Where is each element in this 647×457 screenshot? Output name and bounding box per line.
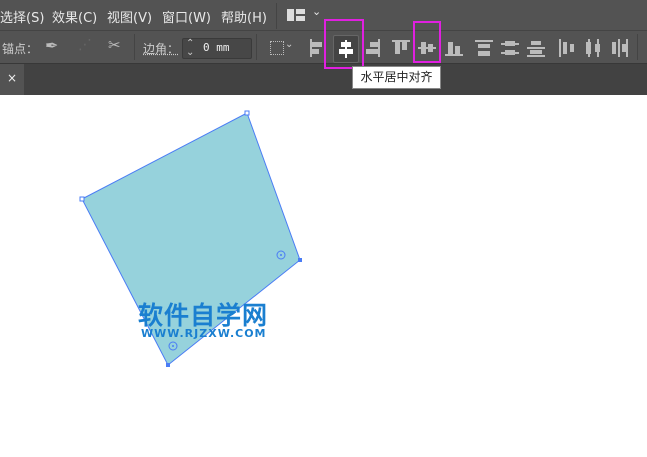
anchor-point[interactable] [298, 258, 302, 262]
menu-select[interactable]: 选择(S) [0, 7, 44, 26]
align-right-icon[interactable] [364, 39, 382, 57]
tooltip: 水平居中对齐 [352, 66, 441, 89]
divider [256, 34, 257, 60]
anchor-point[interactable] [244, 110, 250, 116]
distribute-horizontal-center-icon[interactable] [584, 39, 602, 57]
stepper-icon[interactable]: ⌃ ⌄ [186, 39, 194, 58]
anchor-point[interactable] [166, 363, 170, 367]
chevron-down-icon[interactable]: ⌄ [285, 39, 293, 50]
watermark-url: WWW.RJZXW.COM [141, 327, 267, 340]
distribute-top-icon[interactable] [475, 39, 493, 57]
distribute-left-icon[interactable] [558, 39, 576, 57]
menu-view[interactable]: 视图(V) [107, 7, 152, 26]
anchor-label: 锚点： [2, 42, 39, 56]
chevron-down-icon[interactable]: ⌄ [312, 5, 321, 18]
workspace-switcher-icon[interactable] [287, 9, 305, 21]
document-tab[interactable]: × [0, 64, 24, 95]
distribute-right-icon[interactable] [610, 39, 628, 57]
menu-window[interactable]: 窗口(W) [162, 7, 211, 26]
distribute-bottom-icon[interactable] [527, 39, 545, 57]
divider [134, 34, 135, 60]
artboard[interactable] [0, 95, 647, 457]
menu-effect[interactable]: 效果(C) [52, 7, 97, 26]
divider [276, 3, 277, 29]
highlight-box [413, 21, 441, 63]
distribute-vertical-center-icon[interactable] [501, 39, 519, 57]
convert-anchor-pen-icon[interactable]: ✒ [45, 36, 58, 55]
align-to-selection-icon[interactable] [270, 41, 284, 55]
corner-radius-field[interactable]: ⌃ ⌄ 0 mm [182, 38, 252, 59]
corner-radius-value: 0 mm [203, 41, 230, 54]
corner-label: 边角： [143, 42, 180, 56]
menu-help[interactable]: 帮助(H) [221, 7, 267, 26]
smooth-anchor-icon: ⋰ [78, 37, 92, 53]
align-top-icon[interactable] [392, 39, 410, 57]
cut-path-icon[interactable]: ✂ [108, 36, 121, 54]
anchor-point[interactable] [79, 196, 85, 202]
close-icon[interactable]: × [7, 71, 17, 85]
highlight-box [324, 19, 364, 69]
align-bottom-icon[interactable] [445, 39, 463, 57]
divider [637, 34, 638, 60]
